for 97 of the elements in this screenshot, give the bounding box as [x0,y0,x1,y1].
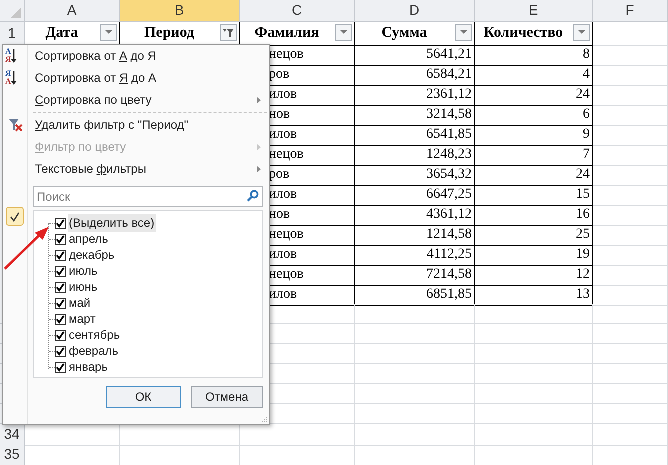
column-header[interactable]: D [355,0,475,22]
list-item[interactable]: январь [68,358,109,376]
menu-item[interactable]: Сортировка по цвету [35,91,152,109]
checkbox[interactable] [55,314,66,324]
column-header[interactable]: E [475,0,593,22]
filter-dropdown-button[interactable] [100,24,117,41]
pointer-arrow [3,224,51,272]
table-cell-text: 1248,23 [426,146,472,164]
filter-dropdown-button[interactable] [335,24,352,41]
table-cell-text: 7214,58 [426,266,472,284]
table-cell-text: 6647,25 [426,186,472,204]
table-cell-text: 15 [576,186,590,204]
checkbox[interactable] [55,282,66,292]
checkbox[interactable] [55,218,66,228]
list-item[interactable]: декабрь [68,246,116,264]
caret-icon [340,30,348,35]
list-item[interactable]: февраль [68,342,120,360]
clear-filter-icon [8,118,22,132]
table-cell-text: 13 [576,286,590,304]
header-cell-text: Дата [44,24,80,43]
table-cell-text: 6584,21 [426,66,472,84]
dialog-button[interactable]: ОК [106,386,181,408]
table-cell-text: 12 [576,266,590,284]
table-cell-text: 3214,58 [426,106,472,124]
table-cell-text: 9 [583,126,590,144]
checkbox[interactable] [55,266,66,276]
table-cell-text: илов [269,286,298,304]
list-item[interactable]: сентябрь [68,326,122,344]
list-item[interactable]: июль [68,262,99,280]
funnel-icon [223,28,234,38]
table-cell-text: 24 [576,166,590,184]
table-cell-text: илов [269,126,298,144]
table-cell-text: ров [269,166,290,184]
table-cell-text: 8 [583,46,590,64]
checkbox[interactable] [55,234,66,244]
dialog-button[interactable]: Отмена [191,386,263,408]
header-cell-text: Фамилия [254,24,320,43]
header-cell-text: Сумма [380,24,428,43]
table-cell-text: 24 [576,86,590,104]
menu-item[interactable]: Сортировка от Я до А [35,69,156,87]
table-cell-text: нецов [269,146,304,164]
table-cell-text: 3654,32 [426,166,472,184]
checked-indicator-icon [6,207,24,226]
checkbox[interactable] [55,298,66,308]
table-cell-text: нов [269,106,290,124]
row-number[interactable]: 35 [0,444,25,465]
search-field[interactable]: Поиск [33,186,263,207]
table-cell-text: 6541,85 [426,126,472,144]
caret-icon [104,30,112,35]
table-cell-text: 6851,85 [426,286,472,304]
menu-item: Фильтр по цвету [35,139,126,156]
table-cell-text: 1214,58 [426,226,472,244]
list-item[interactable]: март [68,310,97,328]
caret-icon [578,30,586,35]
list-item[interactable]: май [68,294,92,312]
table-cell-text: 19 [576,246,590,264]
column-header[interactable]: B [120,0,240,22]
resize-grip-icon [261,416,268,423]
table-cell-text: 2361,12 [426,86,472,104]
table-cell-text: нецов [269,226,304,244]
table-cell-text: илов [269,86,298,104]
header-cell-text: Количество [482,24,564,43]
select-all-corner-icon [11,8,21,18]
row-number[interactable]: 1 [0,22,25,46]
table-cell-text: 6 [583,106,590,124]
filter-dropdown-button[interactable] [455,24,472,41]
table-cell-text: 4 [583,66,590,84]
header-cell-text: Период [144,24,196,43]
table-cell-text: ров [269,66,290,84]
checkbox[interactable] [55,330,66,340]
search-icon [247,190,259,202]
table-cell-text: 4361,12 [426,206,472,224]
column-header[interactable]: F [593,0,668,22]
table-cell-text: илов [269,186,298,204]
table-cell-text: нов [269,206,290,224]
list-item[interactable]: апрель [68,230,110,248]
table-cell-text: нецов [269,46,304,64]
column-header[interactable]: A [25,0,120,22]
column-header[interactable]: C [240,0,355,22]
caret-icon [460,30,468,35]
table-cell-text: нецов [269,266,304,284]
table-cell-text: 16 [576,206,590,224]
checkbox[interactable] [55,362,66,372]
checkbox[interactable] [55,250,66,260]
menu-item[interactable]: Сортировка от А до Я [35,47,156,65]
filter-dropdown-button[interactable] [573,24,590,41]
menu-item[interactable]: Удалить фильтр с "Период" [35,116,188,134]
checkbox[interactable] [55,346,66,356]
table-cell-text: 4112,25 [427,246,472,264]
list-item[interactable]: июнь [68,278,99,296]
table-cell-text: 7 [583,146,590,164]
menu-item[interactable]: Текстовые фильтры [35,160,146,178]
table-cell-text: 5641,21 [426,46,472,64]
table-cell-text: илов [269,246,298,264]
list-item[interactable]: (Выделить все) [68,214,156,232]
filter-active-button[interactable] [220,24,237,41]
table-cell-text: 25 [576,226,590,244]
